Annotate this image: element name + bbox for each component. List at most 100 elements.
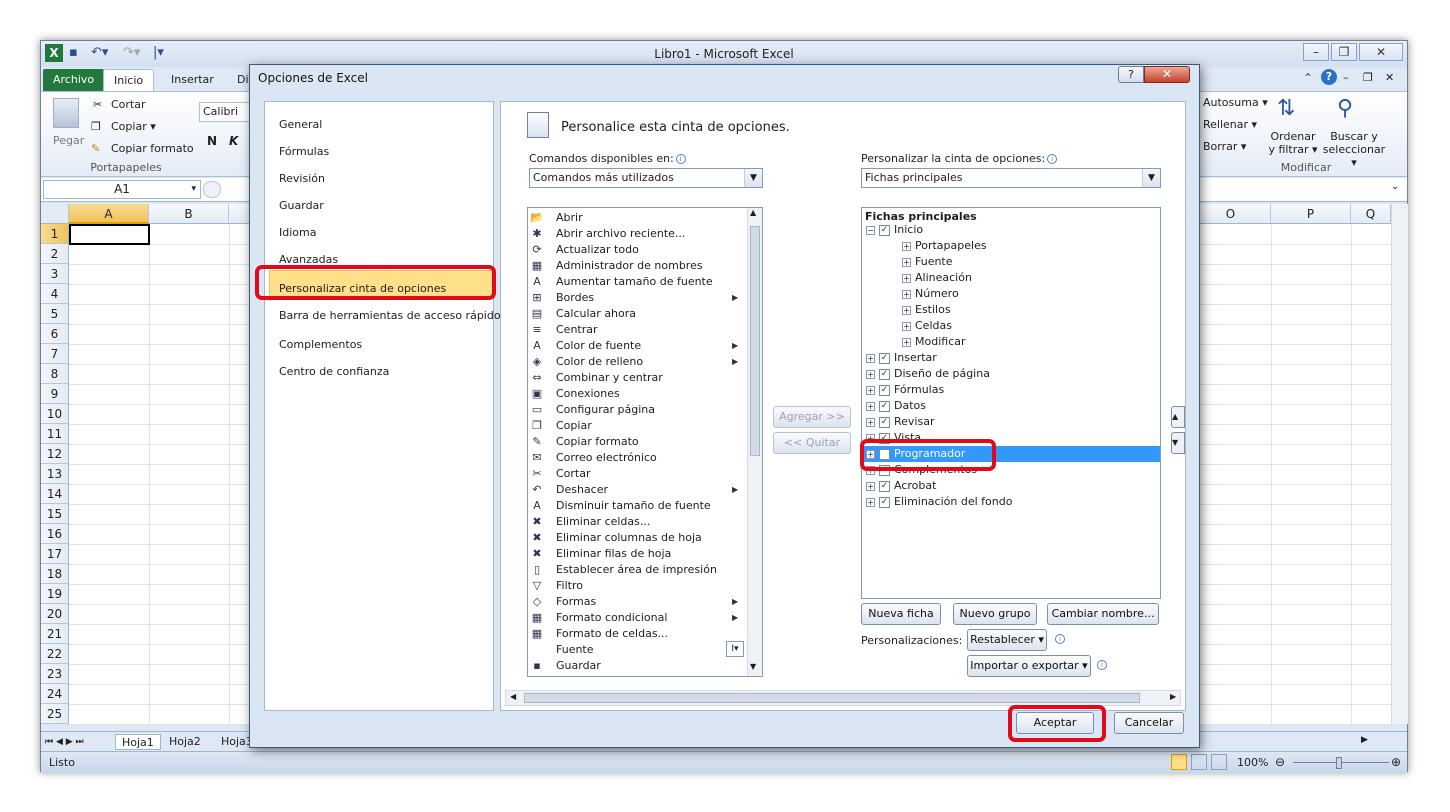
tree-item[interactable]: + ✓ Datos	[866, 398, 926, 414]
expand-icon[interactable]: +	[902, 321, 911, 331]
clear-button[interactable]: Borrar ▾	[1203, 140, 1246, 153]
minimize-button[interactable]: –	[1303, 43, 1329, 61]
commands-dropdown[interactable]: Comandos más utilizados ▼	[529, 168, 763, 188]
fill-button[interactable]: Rellenar ▾	[1203, 118, 1257, 131]
command-item[interactable]: ✖ Eliminar columnas de hoja	[528, 530, 744, 546]
active-cell[interactable]	[69, 224, 150, 245]
move-up-button[interactable]: ▲	[1171, 406, 1185, 428]
move-down-button[interactable]: ▼	[1171, 432, 1185, 454]
command-item[interactable]: ▪ Guardar	[528, 658, 744, 674]
tab-checkbox[interactable]: ✓	[879, 496, 890, 508]
column-header-p[interactable]: P	[1271, 204, 1351, 224]
dialog-close-button[interactable]: ✕	[1144, 66, 1190, 83]
row-header[interactable]: 11	[41, 424, 69, 444]
zoom-level[interactable]: 100%	[1237, 756, 1268, 769]
command-item[interactable]: ▤ Calcular ahora	[528, 306, 744, 322]
ribbon-collapse-icon[interactable]: ⌃	[1303, 71, 1313, 85]
row-header[interactable]: 3	[41, 264, 69, 284]
hscroll-right-icon[interactable]: ▶	[1361, 735, 1368, 745]
hscroll-thumb[interactable]	[524, 693, 1140, 703]
tab-checkbox[interactable]: ✓	[879, 480, 890, 492]
command-item[interactable]: Fuente	[528, 642, 744, 658]
expand-icon[interactable]: +	[866, 497, 875, 507]
close-window-button[interactable]: ✕	[1359, 43, 1403, 61]
formula-splitter[interactable]	[203, 181, 221, 198]
row-header[interactable]: 13	[41, 464, 69, 484]
paste-label[interactable]: Pegar	[53, 134, 84, 147]
format-painter-button[interactable]: Copiar formato	[111, 142, 194, 155]
rename-button[interactable]: Cambiar nombre...	[1047, 603, 1159, 625]
row-header[interactable]: 4	[41, 284, 69, 304]
command-item[interactable]: ▯ Establecer área de impresión	[528, 562, 744, 578]
reset-button[interactable]: Restablecer ▾	[967, 629, 1047, 651]
scroll-left-icon[interactable]: ◀	[510, 692, 516, 701]
tree-item[interactable]: + ✓ Diseño de página	[866, 366, 990, 382]
nav-item[interactable]: Revisión	[279, 172, 325, 185]
expand-icon[interactable]: +	[902, 241, 911, 251]
row-header[interactable]: 18	[41, 564, 69, 584]
tree-item[interactable]: − ✓ Inicio	[866, 222, 923, 238]
nav-item[interactable]: General	[279, 118, 322, 131]
command-item[interactable]: A Aumentar tamaño de fuente	[528, 274, 744, 290]
scroll-up-icon[interactable]: ▲	[750, 208, 756, 217]
command-item[interactable]: ⇔ Combinar y centrar	[528, 370, 744, 386]
expand-icon[interactable]: +	[902, 273, 911, 283]
tab-inicio[interactable]: Inicio	[103, 69, 155, 91]
command-item[interactable]: ✖ Eliminar filas de hoja	[528, 546, 744, 562]
row-header[interactable]: 21	[41, 624, 69, 644]
expand-icon[interactable]: +	[902, 305, 911, 315]
tree-item[interactable]: + ✓ Eliminación del fondo	[866, 494, 1012, 510]
expand-icon[interactable]: +	[866, 401, 875, 411]
row-header[interactable]: 15	[41, 504, 69, 524]
maximize-button[interactable]: ❐	[1331, 43, 1357, 61]
bold-button[interactable]: N	[207, 134, 217, 148]
column-header-a[interactable]: A	[69, 204, 149, 224]
row-header[interactable]: 14	[41, 484, 69, 504]
scroll-down-icon[interactable]: ▼	[750, 662, 756, 671]
tree-item[interactable]: + ✓ Insertar	[866, 350, 937, 366]
new-tab-button[interactable]: Nueva ficha	[861, 603, 941, 625]
expand-icon[interactable]: +	[866, 417, 875, 427]
command-item[interactable]: ❐ Copiar	[528, 418, 744, 434]
expand-icon[interactable]: +	[902, 337, 911, 347]
command-item[interactable]: ✖ Eliminar celdas...	[528, 514, 744, 530]
row-header[interactable]: 17	[41, 544, 69, 564]
tab-checkbox[interactable]: ✓	[879, 400, 890, 412]
command-item[interactable]: ▦ Administrador de nombres	[528, 258, 744, 274]
expand-icon[interactable]: +	[866, 385, 875, 395]
import-export-button[interactable]: Importar o exportar ▾	[967, 655, 1091, 677]
command-item[interactable]: ⊞ Bordes ▶	[528, 290, 744, 306]
row-header[interactable]: 8	[41, 364, 69, 384]
command-item[interactable]: ≡ Centrar	[528, 322, 744, 338]
collapse-icon[interactable]: −	[866, 225, 875, 235]
font-size-box[interactable]: I▾	[726, 641, 744, 657]
cut-button[interactable]: Cortar	[111, 98, 146, 111]
row-header[interactable]: 12	[41, 444, 69, 464]
commands-scrollbar[interactable]: ▲ ▼	[747, 208, 762, 676]
tree-item[interactable]: + ✓ Revisar	[866, 414, 934, 430]
zoom-slider-thumb[interactable]	[1336, 757, 1342, 769]
zoom-in-icon[interactable]: ⊕	[1391, 755, 1401, 769]
tree-item[interactable]: + Número	[902, 286, 959, 302]
doc-restore-icon[interactable]: ❐	[1363, 71, 1373, 84]
command-item[interactable]: ▦ Formato condicional ▶	[528, 610, 744, 626]
nav-item[interactable]: Guardar	[279, 199, 324, 212]
tree-item[interactable]: + Alineación	[902, 270, 972, 286]
command-item[interactable]: ✎ Copiar formato	[528, 434, 744, 450]
command-item[interactable]: ⟳ Actualizar todo	[528, 242, 744, 258]
tree-item[interactable]: + Fuente	[902, 254, 953, 270]
row-header[interactable]: 20	[41, 604, 69, 624]
scroll-thumb[interactable]	[750, 226, 760, 456]
expand-icon[interactable]: +	[866, 353, 875, 363]
paste-icon[interactable]	[53, 98, 79, 128]
help-icon[interactable]: ?	[1321, 69, 1337, 85]
expand-icon[interactable]: +	[866, 481, 875, 491]
page-layout-icon[interactable]	[1191, 754, 1207, 770]
tree-item[interactable]: + ✓ Acrobat	[866, 478, 936, 494]
command-item[interactable]: ▭ Configurar página	[528, 402, 744, 418]
row-header[interactable]: 23	[41, 664, 69, 684]
expand-icon[interactable]: +	[866, 369, 875, 379]
row-header[interactable]: 19	[41, 584, 69, 604]
command-item[interactable]: A Disminuir tamaño de fuente	[528, 498, 744, 514]
column-header-o[interactable]: O	[1191, 204, 1271, 224]
